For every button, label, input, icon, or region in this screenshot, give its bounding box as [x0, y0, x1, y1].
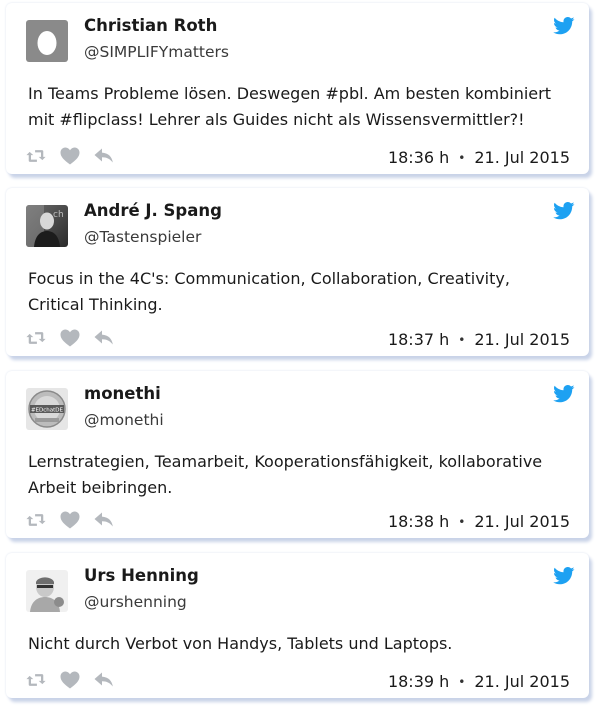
tweet-text: Nicht durch Verbot von Handys, Tablets u…: [28, 634, 453, 653]
tweet-text: In Teams Probleme lösen. Deswegen #pbl. …: [28, 84, 551, 129]
tweet-actions: [26, 146, 114, 166]
retweet-icon[interactable]: [26, 147, 46, 165]
like-icon[interactable]: [60, 147, 80, 165]
author-handle[interactable]: @SIMPLIFYmatters: [84, 43, 229, 61]
like-icon[interactable]: [60, 671, 80, 689]
like-icon[interactable]: [60, 511, 80, 529]
tweet-date: 21. Jul 2015: [474, 672, 570, 691]
tweet-actions: [26, 670, 114, 690]
twitter-bird-icon[interactable]: [553, 17, 575, 35]
tweet-timestamp[interactable]: 18:39 h • 21. Jul 2015: [388, 672, 570, 691]
separator-dot: •: [458, 332, 466, 347]
tweet-card[interactable]: Christian Roth @SIMPLIFYmatters In Teams…: [6, 3, 589, 174]
author-handle[interactable]: @urshenning: [84, 593, 187, 611]
twitter-bird-icon[interactable]: [553, 202, 575, 220]
author-handle[interactable]: @monethi: [84, 411, 164, 429]
reply-icon[interactable]: [94, 329, 114, 347]
tweet-date: 21. Jul 2015: [474, 512, 570, 531]
retweet-icon[interactable]: [26, 329, 46, 347]
tweet-text: Lernstrategien, Teamarbeit, Kooperations…: [28, 452, 543, 497]
avatar[interactable]: ch: [26, 205, 68, 247]
photo-avatar-icon: [26, 570, 68, 612]
tweet-card[interactable]: ch André J. Spang @Tastenspieler Focus i…: [6, 188, 589, 356]
avatar[interactable]: [26, 20, 68, 62]
avatar[interactable]: [26, 570, 68, 612]
separator-dot: •: [458, 514, 466, 529]
tweet-card[interactable]: Urs Henning @urshenning Nicht durch Verb…: [6, 553, 589, 698]
tweet-time: 18:37 h: [387, 330, 450, 349]
badge-avatar-icon: #EDchatDE: [26, 388, 68, 430]
reply-icon[interactable]: [94, 511, 114, 529]
avatar[interactable]: #EDchatDE: [26, 388, 68, 430]
photo-avatar-icon: ch: [26, 205, 68, 247]
reply-icon[interactable]: [94, 147, 114, 165]
separator-dot: •: [458, 674, 466, 689]
tweet-time: 18:39 h: [387, 672, 450, 691]
twitter-bird-icon[interactable]: [553, 385, 575, 403]
tweet-timestamp[interactable]: 18:36 h • 21. Jul 2015: [388, 148, 570, 167]
tweet-timestamp[interactable]: 18:38 h • 21. Jul 2015: [388, 512, 570, 531]
tweet-actions: [26, 328, 114, 348]
separator-dot: •: [458, 150, 466, 165]
tweet-date: 21. Jul 2015: [474, 148, 570, 167]
svg-text:ch: ch: [53, 210, 64, 220]
tweet-date: 21. Jul 2015: [474, 330, 570, 349]
reply-icon[interactable]: [94, 671, 114, 689]
author-name[interactable]: André J. Spang: [84, 201, 222, 220]
tweet-timestamp[interactable]: 18:37 h • 21. Jul 2015: [388, 330, 570, 349]
retweet-icon[interactable]: [26, 671, 46, 689]
twitter-bird-icon[interactable]: [553, 567, 575, 585]
tweet-time: 18:36 h: [387, 148, 450, 167]
author-name[interactable]: Christian Roth: [84, 16, 217, 35]
tweet-time: 18:38 h: [387, 512, 450, 531]
default-egg-avatar-icon: [26, 20, 68, 62]
author-handle[interactable]: @Tastenspieler: [84, 228, 201, 246]
avatar-badge-label: #EDchatDE: [31, 408, 64, 414]
like-icon[interactable]: [60, 329, 80, 347]
author-name[interactable]: monethi: [84, 384, 161, 403]
author-name[interactable]: Urs Henning: [84, 566, 199, 585]
retweet-icon[interactable]: [26, 511, 46, 529]
tweet-card[interactable]: #EDchatDE monethi @monethi Lernstrategie…: [6, 371, 589, 538]
tweet-text: Focus in the 4C's: Communication, Collab…: [28, 269, 510, 314]
tweet-actions: [26, 510, 114, 530]
tweet-feed: Christian Roth @SIMPLIFYmatters In Teams…: [0, 0, 607, 714]
